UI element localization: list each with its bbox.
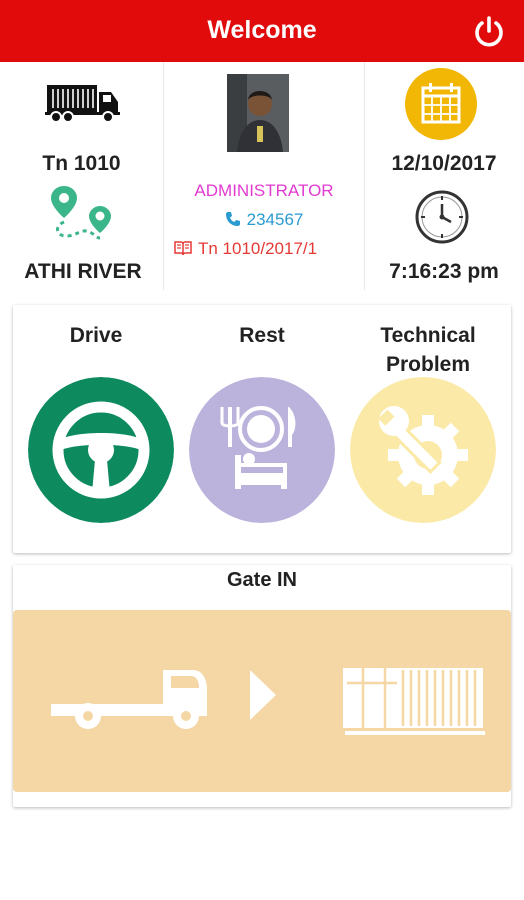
trip-id: Tn 1010/2017/1 [198, 239, 318, 258]
time-label: 7:16:23 pm [389, 260, 499, 283]
app-bar: Welcome [0, 0, 524, 62]
route-icon [51, 186, 111, 240]
trip-row: Tn 1010/2017/1 [174, 239, 374, 259]
user-column: ADMINISTRATOR 234567 Tn 1010/2017/1 [163, 62, 365, 290]
truck-icon [45, 85, 120, 123]
book-icon [174, 241, 192, 256]
wrench-gear-icon[interactable] [350, 377, 496, 523]
location-label: ATHI RIVER [24, 260, 142, 283]
phone-row[interactable]: 234567 [164, 210, 364, 230]
drive-action[interactable]: Drive [13, 305, 179, 553]
gate-in-illustration [51, 668, 485, 735]
phone-icon [225, 212, 240, 226]
gate-in-button[interactable] [13, 610, 511, 792]
status-card: Drive Rest Technical Problem [13, 305, 511, 553]
vehicle-column: Tn 1010 ATHI RIVER [0, 62, 163, 290]
technical-problem-label: Technical Problem [380, 324, 476, 376]
gate-title: Gate IN [226, 569, 298, 591]
phone-number: 234567 [246, 210, 304, 229]
datetime-column: 12/10/2017 7:16:23 pm [364, 62, 524, 290]
vehicle-number: Tn 1010 [42, 152, 121, 175]
avatar [227, 74, 289, 152]
arrow-right-icon [250, 670, 276, 720]
info-panel: Tn 1010 ATHI RIVER ADMINISTRATOR 234567 … [0, 62, 524, 290]
clock-icon [415, 190, 469, 244]
rest-label: Rest [239, 324, 285, 347]
gate-card: Gate IN [13, 565, 511, 807]
drive-label: Drive [69, 324, 123, 347]
page-title: Welcome [207, 16, 317, 44]
user-role: ADMINISTRATOR [194, 181, 334, 200]
technical-problem-action[interactable]: Technical Problem [345, 305, 511, 553]
steering-wheel-icon[interactable] [28, 377, 174, 523]
power-icon[interactable] [472, 15, 506, 49]
date-label: 12/10/2017 [391, 152, 497, 175]
calendar-icon[interactable] [404, 67, 478, 141]
container-icon [343, 668, 485, 735]
rest-action[interactable]: Rest [179, 305, 345, 553]
rest-icon[interactable] [189, 377, 335, 523]
flatbed-truck-icon [51, 670, 207, 729]
